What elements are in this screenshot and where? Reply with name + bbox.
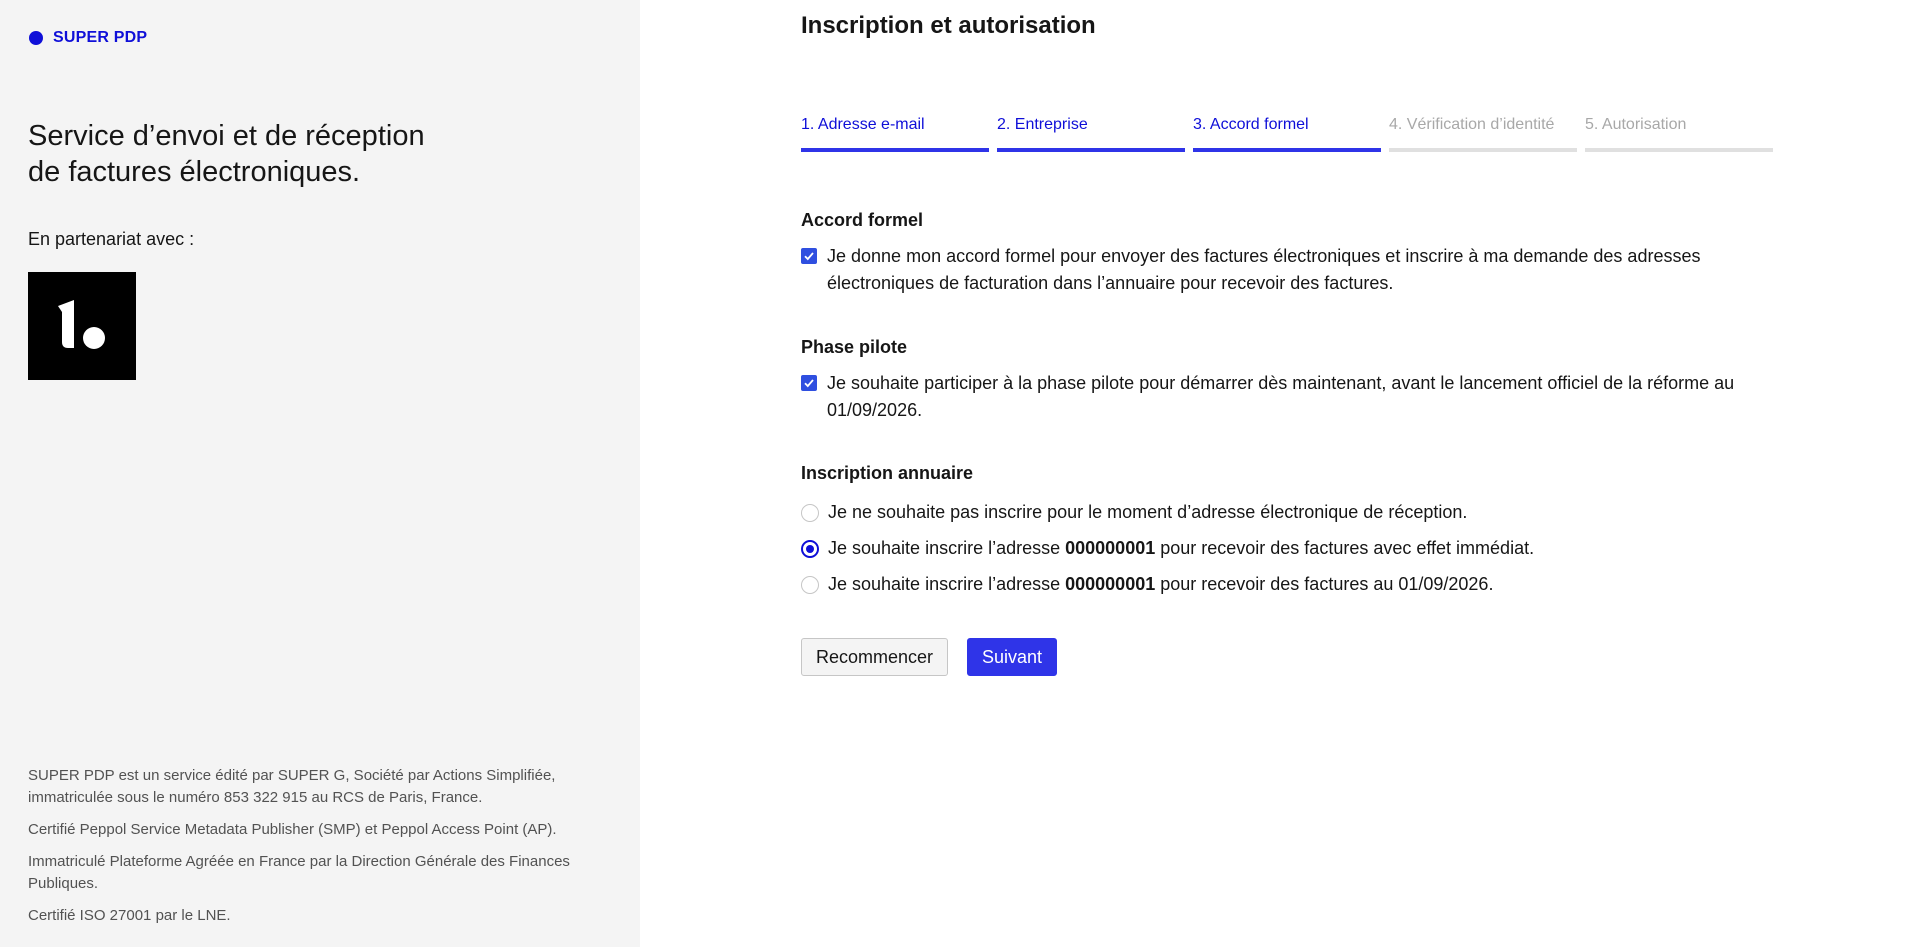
step-progress-bar: [997, 148, 1185, 152]
radio-button[interactable]: [801, 503, 819, 522]
radio-button-selected[interactable]: [801, 539, 819, 558]
footer-line: Immatriculé Plateforme Agréée en France …: [28, 853, 570, 892]
sidebar: SUPER PDP Service d’envoi et de réceptio…: [0, 0, 640, 947]
step-label: 5. Autorisation: [1585, 116, 1687, 133]
accord-checkbox-label: Je donne mon accord formel pour envoyer …: [827, 246, 1701, 293]
partner-logo-icon: [58, 300, 105, 349]
service-tagline: Service d’envoi et de réception de factu…: [28, 120, 425, 188]
footer-line: Certifié Peppol Service Metadata Publish…: [28, 821, 557, 838]
step-progress-bar: [1389, 148, 1577, 152]
pilote-checkbox-label: Je souhaite participer à la phase pilote…: [827, 373, 1735, 420]
accord-checkbox-row[interactable]: Je donne mon accord formel pour envoyer …: [801, 243, 1771, 297]
step-label: 2. Entreprise: [997, 116, 1088, 133]
brand[interactable]: SUPER PDP: [29, 29, 147, 47]
pilote-checkbox[interactable]: [801, 375, 817, 391]
annuaire-option-deferred[interactable]: Je souhaite inscrire l’adresse 000000001…: [801, 574, 1493, 595]
brand-dot-icon: [29, 31, 43, 45]
step-email[interactable]: 1. Adresse e-mail: [801, 116, 989, 152]
step-progress-bar: [1585, 148, 1773, 152]
pilote-section-title: Phase pilote: [801, 337, 908, 357]
footer-line: Certifié ISO 27001 par le LNE.: [28, 907, 231, 924]
pilote-checkbox-row[interactable]: Je souhaite participer à la phase pilote…: [801, 370, 1771, 424]
annuaire-option-immediate[interactable]: Je souhaite inscrire l’adresse 000000001…: [801, 538, 1534, 559]
step-verification-identite[interactable]: 4. Vérification d’identité: [1389, 116, 1577, 152]
step-label: 4. Vérification d’identité: [1389, 116, 1555, 133]
step-accord-formel[interactable]: 3. Accord formel: [1193, 116, 1381, 152]
checkmark-icon: [804, 379, 814, 388]
accord-checkbox[interactable]: [801, 248, 817, 264]
page-title: Inscription et autorisation: [801, 12, 1096, 39]
restart-button[interactable]: Recommencer: [801, 638, 948, 676]
footer-line: SUPER PDP est un service édité par SUPER…: [28, 767, 556, 806]
brand-name: SUPER PDP: [53, 29, 148, 46]
annuaire-section-title: Inscription annuaire: [801, 463, 974, 483]
step-progress-bar: [1193, 148, 1381, 152]
checkmark-icon: [804, 252, 814, 261]
accord-section-title: Accord formel: [801, 210, 924, 230]
step-progress-bar: [801, 148, 989, 152]
step-entreprise[interactable]: 2. Entreprise: [997, 116, 1185, 152]
next-button[interactable]: Suivant: [967, 638, 1057, 676]
partner-label: En partenariat avec :: [28, 229, 195, 249]
partner-logo[interactable]: [28, 272, 136, 380]
radio-button[interactable]: [801, 575, 819, 594]
radio-label: Je souhaite inscrire l’adresse 000000001…: [828, 574, 1494, 594]
step-label: 3. Accord formel: [1193, 116, 1309, 133]
progress-steps: 1. Adresse e-mail 2. Entreprise 3. Accor…: [801, 116, 1773, 152]
radio-label: Je ne souhaite pas inscrire pour le mome…: [828, 502, 1468, 522]
step-label: 1. Adresse e-mail: [801, 116, 925, 133]
radio-label: Je souhaite inscrire l’adresse 000000001…: [828, 538, 1535, 558]
legal-footer: SUPER PDP est un service édité par SUPER…: [28, 765, 608, 937]
annuaire-option-none[interactable]: Je ne souhaite pas inscrire pour le mome…: [801, 502, 1467, 523]
step-autorisation[interactable]: 5. Autorisation: [1585, 116, 1773, 152]
